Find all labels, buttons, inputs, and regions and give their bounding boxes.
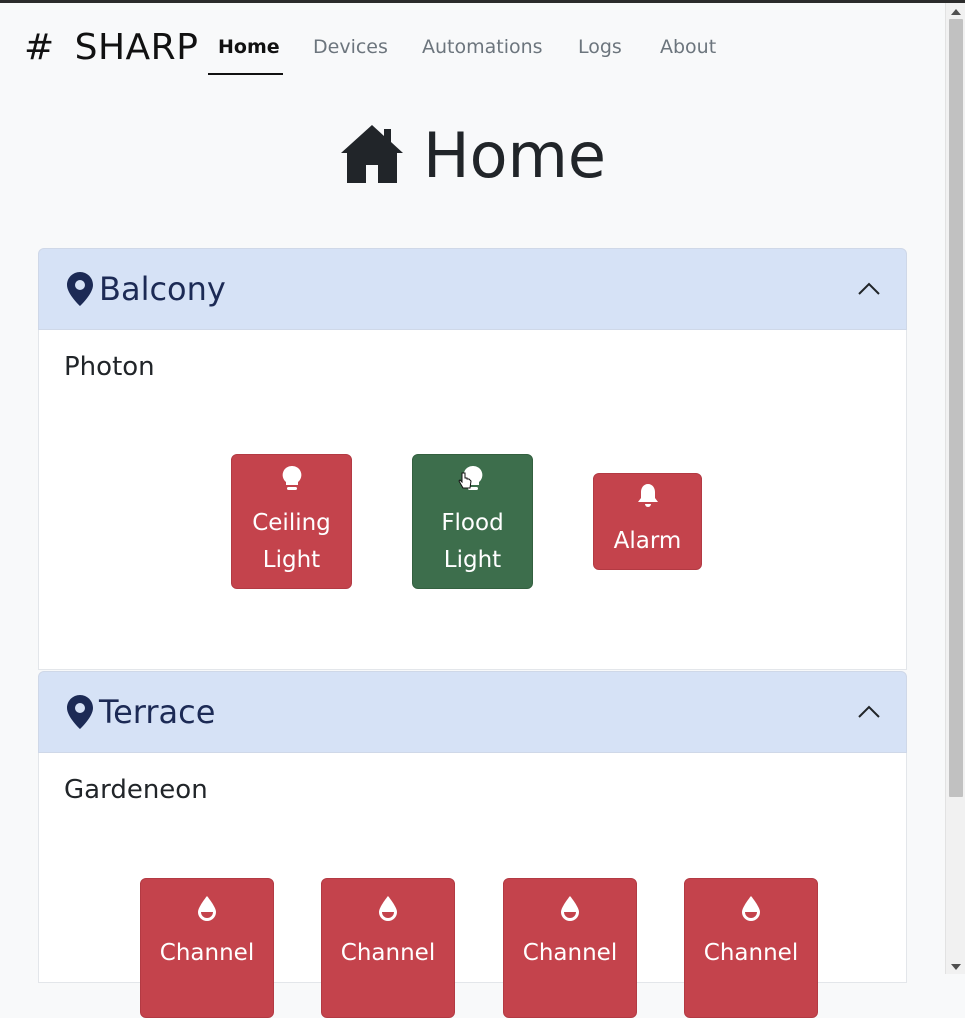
room-title-terrace: Terrace — [99, 693, 216, 731]
channel-4-label: Channel — [703, 940, 799, 966]
page-title-text: Home — [422, 119, 607, 192]
room-header-balcony[interactable]: Balcony — [38, 248, 907, 330]
flood-light-label: Flood Light — [441, 509, 504, 573]
chevron-up-icon[interactable] — [858, 704, 880, 723]
room-accordion-terrace: Terrace Gardeneon Channel Channel Channe… — [38, 671, 907, 1018]
channel-1-label: Channel — [159, 940, 255, 966]
map-pin-icon — [67, 272, 93, 310]
lightbulb-icon — [282, 465, 302, 503]
ceiling-light-button[interactable]: Ceiling Light — [231, 454, 352, 589]
nav-home[interactable]: Home — [218, 35, 280, 59]
channel-3-label: Channel — [522, 940, 618, 966]
alarm-label: Alarm — [613, 528, 682, 554]
channel-2-button[interactable]: Channel — [321, 878, 455, 1018]
house-icon — [339, 123, 405, 189]
brand-logo[interactable]: # SHARP — [24, 26, 198, 70]
nav-about[interactable]: About — [660, 35, 716, 59]
channel-4-button[interactable]: Channel — [684, 878, 818, 1018]
map-pin-icon — [67, 695, 93, 733]
water-drop-icon — [560, 895, 580, 933]
channel-3-button[interactable]: Channel — [503, 878, 637, 1018]
water-drop-icon — [197, 895, 217, 933]
alarm-button[interactable]: Alarm — [593, 473, 702, 570]
brand-name: SHARP — [74, 27, 199, 68]
room-accordion-balcony: Balcony Photon Ceiling Light Flood Light… — [38, 248, 907, 670]
bell-icon — [637, 483, 659, 521]
water-drop-icon — [378, 895, 398, 933]
ceiling-light-label: Ceiling Light — [252, 509, 331, 573]
flood-light-button[interactable]: Flood Light — [412, 454, 533, 589]
hand-cursor-icon — [458, 472, 472, 494]
room-title-balcony: Balcony — [99, 270, 226, 308]
brand-symbol: # — [24, 27, 55, 68]
vertical-scrollbar[interactable] — [945, 3, 965, 974]
channel-1-button[interactable]: Channel — [140, 878, 274, 1018]
navbar: # SHARP Home Devices Automations Logs Ab… — [0, 3, 945, 93]
nav-devices[interactable]: Devices — [313, 35, 388, 59]
nav-active-indicator — [208, 73, 283, 75]
scroll-up-arrow-icon[interactable] — [951, 9, 961, 15]
scrollbar-thumb[interactable] — [949, 19, 963, 797]
nav-automations[interactable]: Automations — [422, 35, 543, 59]
room-body-balcony: Photon Ceiling Light Flood Light Alarm — [38, 330, 907, 670]
page-title: Home — [0, 116, 945, 196]
room-body-terrace: Gardeneon Channel Channel Channel Channe… — [38, 753, 907, 1018]
channel-2-label: Channel — [340, 940, 436, 966]
device-name-gardeneon: Gardeneon — [64, 775, 208, 805]
nav-logs[interactable]: Logs — [578, 35, 622, 59]
room-header-terrace[interactable]: Terrace — [38, 671, 907, 753]
device-name-photon: Photon — [64, 352, 155, 382]
chevron-up-icon[interactable] — [858, 281, 880, 300]
water-drop-icon — [741, 895, 761, 933]
scroll-down-arrow-icon[interactable] — [951, 964, 961, 970]
